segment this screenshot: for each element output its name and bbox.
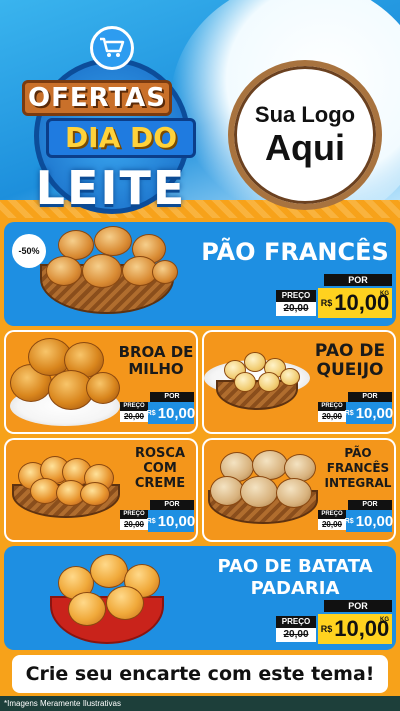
currency: R$ [344, 409, 354, 417]
cta-banner[interactable]: Crie seu encarte com este tema! [12, 655, 388, 693]
product-card-pao-frances-integral[interactable]: PÃO FRANCÊS INTEGRAL POR PREÇO 20,00 R$ … [202, 438, 396, 542]
bread-image [8, 438, 124, 542]
product-card-pao-frances[interactable]: -50% PÃO FRANCÊS POR PREÇO 20,00 R$ 10,0… [4, 222, 396, 326]
por-label: POR [324, 274, 392, 286]
product-card-rosca-com-creme[interactable]: ROSCA COM CREME POR PREÇO 20,00 R$ 10,00 [4, 438, 198, 542]
new-price: R$ 10,00 [146, 510, 196, 532]
currency: R$ [146, 409, 156, 417]
product-card-broa-de-milho[interactable]: BROA DE MILHO POR PREÇO 20,00 R$ 10,00 [4, 330, 198, 434]
preco-label: PREÇO [318, 402, 346, 411]
old-price: 20,00 [276, 628, 316, 642]
old-price: 20,00 [276, 302, 316, 316]
price-value: 10,00 [157, 404, 196, 422]
por-label: POR [348, 500, 392, 510]
bread-image [204, 438, 320, 542]
shopping-cart-icon [90, 26, 134, 70]
bread-image [32, 222, 182, 326]
price-box: POR PREÇO 20,00 R$ 10,00 [318, 392, 394, 424]
logo-text-line2: Aqui [265, 127, 345, 168]
currency: R$ [320, 298, 333, 308]
old-price: 20,00 [318, 411, 346, 422]
product-name-line2: QUEIJO [316, 360, 384, 380]
old-price: 20,00 [318, 519, 346, 530]
por-label: POR [324, 600, 392, 612]
title-leite: LEITE [35, 161, 187, 215]
old-price: 20,00 [120, 519, 148, 530]
currency: R$ [320, 624, 333, 634]
unit: KG [380, 291, 389, 297]
currency: R$ [146, 517, 156, 525]
logo-text-line1: Sua Logo [254, 102, 356, 127]
new-price: R$ 10,00 KG [318, 288, 392, 318]
logo-placeholder[interactable]: Sua Logo Aqui [228, 60, 382, 210]
preco-label: PREÇO [318, 510, 346, 519]
bread-image [44, 546, 174, 650]
new-price: R$ 10,00 [344, 402, 394, 424]
product-name-line2: COM [143, 461, 177, 476]
product-name-line2: MILHO [128, 360, 184, 378]
price-box: POR PREÇO 20,00 R$ 10,00 [318, 500, 394, 532]
currency: R$ [344, 517, 354, 525]
product-name-line3: CREME [134, 476, 186, 491]
title-dia-do: DIA DO [46, 118, 196, 158]
preco-label: PREÇO [120, 510, 148, 519]
product-name-line1: BROA DE [118, 343, 194, 361]
price-box: POR PREÇO 20,00 R$ 10,00 KG [276, 274, 392, 320]
new-price: R$ 10,00 [344, 510, 394, 532]
por-label: POR [150, 500, 194, 510]
price-value: 10,00 [355, 404, 394, 422]
product-name-line1: PAO DE [314, 341, 386, 361]
preco-label: PREÇO [276, 616, 316, 628]
title-ofertas: OFERTAS [22, 80, 172, 116]
price-box: POR PREÇO 20,00 R$ 10,00 [120, 392, 196, 424]
product-name-line2: FRANCÊS [326, 461, 390, 475]
product-name-line1: PAO DE BATATA [217, 556, 373, 577]
price-box: POR PREÇO 20,00 R$ 10,00 [120, 500, 196, 532]
product-name-line3: INTEGRAL [324, 476, 392, 490]
preco-label: PREÇO [120, 402, 148, 411]
unit: KG [380, 617, 389, 623]
product-name: PÃO FRANCÊS [201, 238, 389, 266]
por-label: POR [348, 392, 392, 402]
bread-image [6, 330, 122, 434]
product-card-pao-de-batata[interactable]: PAO DE BATATA PADARIA POR PREÇO 20,00 R$… [4, 546, 396, 650]
product-card-pao-de-queijo[interactable]: PAO DE QUEIJO POR PREÇO 20,00 R$ 10,00 [202, 330, 396, 434]
old-price: 20,00 [120, 411, 148, 422]
title-badge: OFERTAS DIA DO LEITE [22, 26, 200, 215]
price-box: POR PREÇO 20,00 R$ 10,00 KG [276, 600, 392, 646]
price-value: 10,00 [157, 512, 196, 530]
por-label: POR [150, 392, 194, 402]
footer-disclaimer: *Imagens Meramente Ilustrativas [0, 696, 400, 711]
product-name-line1: ROSCA [134, 446, 186, 461]
new-price: R$ 10,00 KG [318, 614, 392, 644]
bread-image [204, 330, 312, 434]
product-name-line1: PÃO [344, 446, 372, 460]
new-price: R$ 10,00 [146, 402, 196, 424]
preco-label: PREÇO [276, 290, 316, 302]
header: OFERTAS DIA DO LEITE Sua Logo Aqui [0, 0, 400, 218]
product-name-line2: PADARIA [250, 578, 340, 599]
price-value: 10,00 [355, 512, 394, 530]
